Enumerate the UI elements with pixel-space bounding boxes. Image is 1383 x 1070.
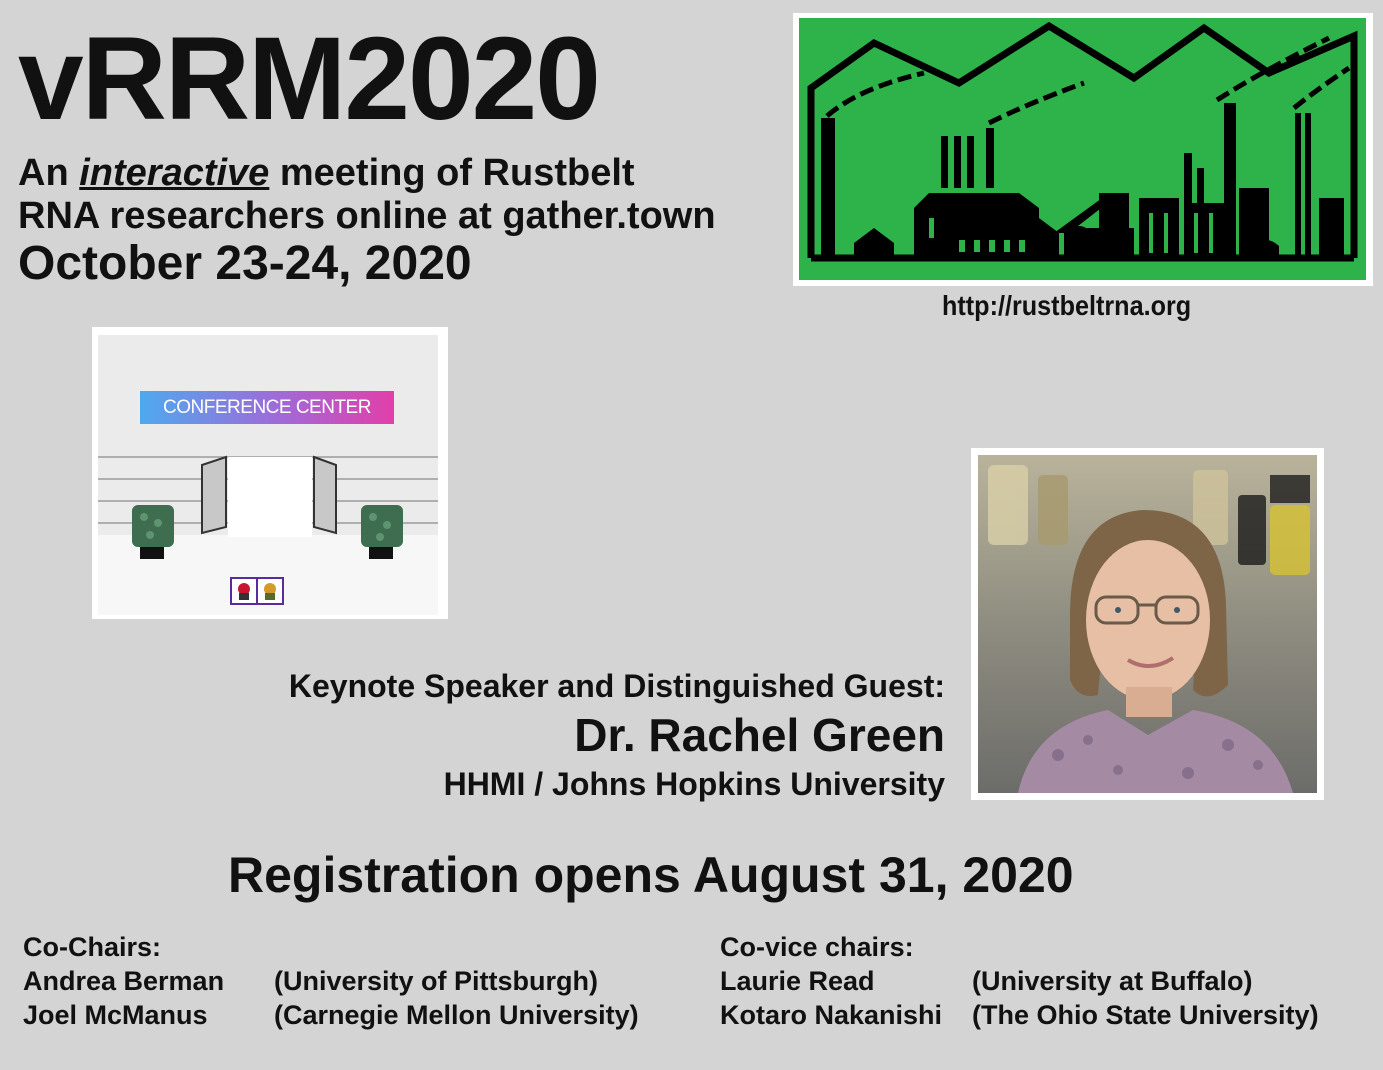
website-link[interactable]: http://rustbeltrna.org <box>942 290 1191 322</box>
keynote-label: Keynote Speaker and Distinguished Guest: <box>288 668 945 704</box>
cochair-name: Andrea Berman <box>23 966 225 996</box>
conference-center-scene <box>92 327 448 619</box>
covice-chairs-heading: Co-vice chairs: <box>720 932 914 962</box>
covice-chair-affiliation: (University at Buffalo) <box>972 966 1253 996</box>
covice-chair-name: Laurie Read <box>720 966 875 996</box>
factory-skyline-icon <box>799 18 1366 280</box>
keynote-speaker-name: Dr. Rachel Green <box>574 709 945 761</box>
event-subtitle: An interactive meeting of Rustbelt RNA r… <box>18 152 716 238</box>
subtitle-emphasis: interactive <box>79 152 270 194</box>
cochair-name: Joel McManus <box>23 1000 208 1030</box>
registration-notice: Registration opens August 31, 2020 <box>228 847 1074 903</box>
keynote-affiliation: HHMI / Johns Hopkins University <box>443 766 945 802</box>
rustbelt-logo <box>793 13 1373 286</box>
cochairs-heading: Co-Chairs: <box>23 932 162 962</box>
speaker-portrait-icon <box>978 455 1317 793</box>
subtitle-post: meeting of Rustbelt <box>269 152 635 194</box>
subtitle-pre: An <box>18 152 80 194</box>
covice-chair-affiliation: (The Ohio State University) <box>972 1000 1319 1030</box>
gather-town-preview: CONFERENCE CENTER <box>92 327 448 619</box>
speaker-photo <box>971 448 1324 800</box>
event-title: vRRM2020 <box>18 13 601 145</box>
cochair-affiliation: (University of Pittsburgh) <box>274 966 599 996</box>
event-date: October 23-24, 2020 <box>18 237 472 290</box>
cochair-affiliation: (Carnegie Mellon University) <box>274 1000 639 1030</box>
conference-center-sign: CONFERENCE CENTER <box>140 391 394 424</box>
covice-chair-name: Kotaro Nakanishi <box>720 1000 943 1030</box>
subtitle-line2: RNA researchers online at gather.town <box>18 195 716 237</box>
